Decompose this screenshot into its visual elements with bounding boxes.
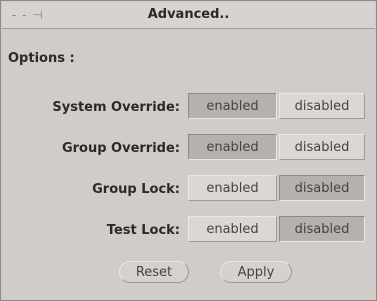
test-lock-enabled-button[interactable]: enabled — [188, 216, 277, 242]
group-override-enabled-button[interactable]: enabled — [188, 134, 277, 160]
system-override-label: System Override: — [52, 100, 180, 115]
system-override-enabled-button[interactable]: enabled — [188, 93, 277, 119]
apply-button[interactable]: Apply — [220, 261, 292, 283]
reset-button[interactable]: Reset — [119, 261, 189, 283]
advanced-dialog: - - ⊣ Advanced.. Options : System Overri… — [0, 0, 377, 301]
group-override-disabled-button[interactable]: disabled — [279, 134, 365, 160]
options-heading: Options : — [8, 51, 75, 66]
group-lock-label: Group Lock: — [92, 182, 180, 197]
group-lock-disabled-button[interactable]: disabled — [279, 175, 365, 201]
group-override-label: Group Override: — [61, 141, 180, 156]
title-bar[interactable]: - - ⊣ Advanced.. — [2, 2, 375, 29]
group-lock-enabled-button[interactable]: enabled — [188, 175, 277, 201]
test-lock-disabled-button[interactable]: disabled — [279, 216, 365, 242]
window-title: Advanced.. — [147, 7, 230, 22]
system-override-disabled-button[interactable]: disabled — [279, 93, 365, 119]
test-lock-label: Test Lock: — [106, 223, 180, 238]
